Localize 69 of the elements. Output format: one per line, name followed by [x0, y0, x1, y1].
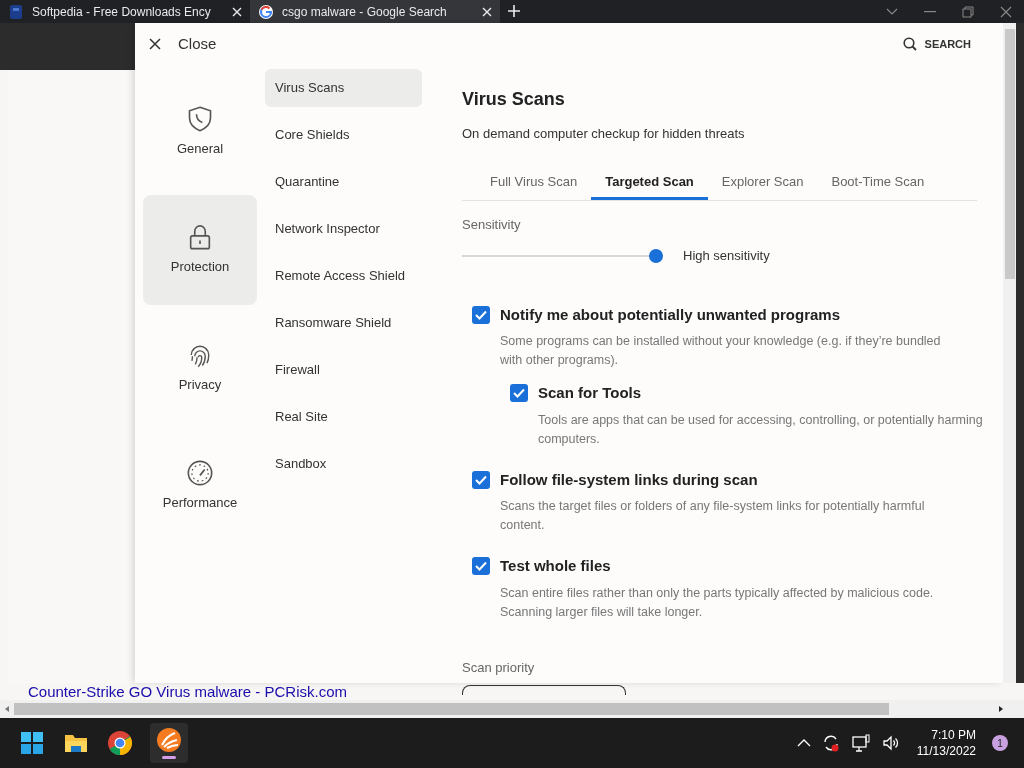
notification-badge[interactable]: 1 [992, 735, 1008, 751]
category-tab[interactable]: Privacy [143, 313, 257, 423]
google-icon [258, 3, 274, 20]
shield-icon [186, 105, 214, 134]
checkbox[interactable] [472, 305, 490, 324]
option-title: Test whole files [500, 556, 611, 576]
search-result-link[interactable]: Counter-Strike GO Virus malware - PCRisk.com [0, 683, 1024, 700]
submenu-item[interactable]: Ransomware Shield [265, 304, 422, 342]
network-icon[interactable] [850, 733, 871, 753]
option-description: Tools are apps that can be used for accessing, controlling, or potentially harming computers. [537, 411, 984, 448]
category-tab[interactable]: General [143, 77, 257, 187]
sensitivity-label: Sensitivity [462, 215, 522, 234]
tab-title: csgo malware - Google Search [282, 3, 448, 21]
checkmark-icon [475, 474, 487, 485]
submenu-item[interactable]: Virus Scans [265, 69, 422, 107]
clock[interactable]: 7:10 PM 11/13/2022 [916, 727, 976, 759]
page-subtitle: On demand computer checkup for hidden threats [462, 125, 746, 143]
taskbar-app-button[interactable] [150, 723, 188, 763]
option-description: Scans the target files or folders of any file-system links for potentially harmful content. [499, 498, 926, 534]
clock-time: 7:10 PM [931, 727, 976, 743]
new-tab-icon[interactable] [508, 5, 520, 17]
option-title: Notify me about potentially unwanted programs [500, 304, 841, 325]
scan-tab[interactable]: Explorer Scan [707, 167, 818, 200]
page-title: Virus Scans [462, 88, 566, 111]
checkmark-icon [513, 388, 525, 399]
checkmark-icon [475, 309, 487, 320]
search-button[interactable]: SEARCH [902, 35, 971, 53]
minimize-icon[interactable] [924, 10, 936, 13]
checkmark-icon [475, 561, 487, 572]
app-logo-icon [156, 727, 182, 753]
option-description: Some programs can be installed without your knowledge (e.g. if they’re bundled with other programs). [499, 333, 942, 369]
restore-icon[interactable] [962, 5, 974, 18]
category-tab[interactable]: Protection [143, 195, 257, 305]
browser-tab[interactable]: csgo malware - Google Search [250, 0, 500, 23]
checkbox[interactable] [472, 470, 490, 489]
scrollbar-thumb[interactable] [14, 703, 889, 715]
dropdown-field[interactable] [462, 685, 626, 695]
option-description: Scan entire files rather than only the parts typically affected by malicious code. Scanning larger files will take longer. [499, 584, 935, 621]
scan-tab[interactable]: Targeted Scan [591, 167, 708, 200]
tab-title: Softpedia - Free Downloads Ency [32, 3, 212, 21]
checkbox[interactable] [472, 557, 490, 576]
option-title: Follow file-system links during scan [500, 469, 758, 490]
submenu-item[interactable]: Firewall [265, 351, 422, 389]
chrome-icon[interactable] [106, 729, 134, 757]
submenu-item[interactable]: Sandbox [265, 445, 422, 483]
gauge-icon [186, 459, 214, 488]
windows-start-icon[interactable] [18, 729, 46, 757]
slider-thumb[interactable] [649, 248, 663, 263]
option-title: Scan for Tools [538, 383, 642, 403]
chevron-up-icon[interactable] [796, 738, 811, 748]
close-button[interactable]: Close [149, 32, 217, 56]
clock-date: 11/13/2022 [916, 743, 976, 759]
scrollbar-thumb[interactable] [1004, 29, 1015, 279]
search-icon [902, 37, 917, 51]
submenu-item[interactable]: Network Inspector [265, 210, 422, 248]
submenu-item[interactable]: Quarantine [265, 163, 422, 201]
site-logo-icon [8, 3, 24, 20]
checkbox[interactable] [510, 384, 528, 403]
volume-icon[interactable] [880, 733, 901, 753]
scan-priority-label: Scan priority [462, 658, 536, 677]
submenu-item[interactable]: Remote Access Shield [265, 257, 422, 295]
scan-tab[interactable]: Full Virus Scan [476, 167, 592, 200]
submenu-item[interactable]: Core Shields [265, 116, 422, 154]
sensitivity-value: High sensitivity [683, 247, 770, 265]
category-tab[interactable]: Performance [143, 431, 257, 541]
scan-tab[interactable]: Boot-Time Scan [817, 167, 939, 200]
close-icon [149, 38, 161, 50]
submenu-item[interactable]: Real Site [265, 398, 422, 436]
chevron-down-icon[interactable] [886, 7, 898, 16]
